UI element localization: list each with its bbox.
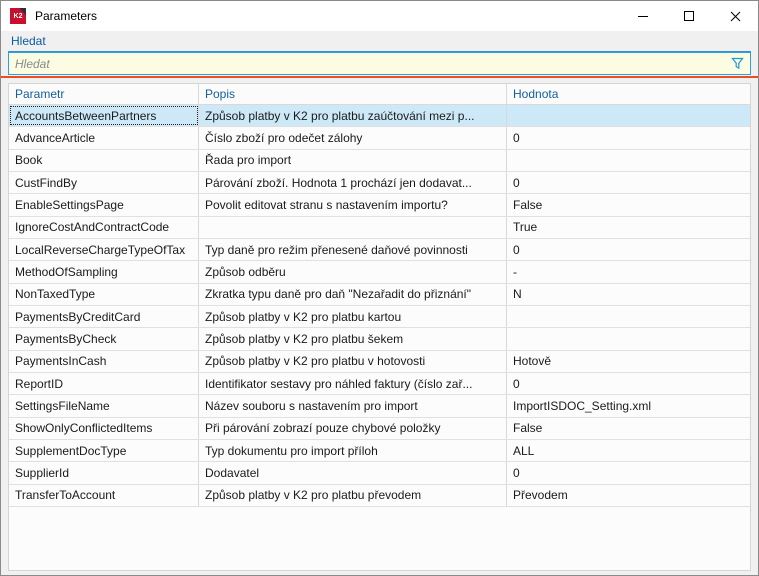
cell-hodnota[interactable]: True — [507, 217, 750, 238]
table-header-row: Parametr Popis Hodnota — [9, 84, 750, 105]
minimize-button[interactable] — [620, 1, 666, 31]
cell-hodnota[interactable]: 0 — [507, 239, 750, 260]
cell-parametr[interactable]: PaymentsByCheck — [9, 328, 199, 349]
cell-popis[interactable]: Název souboru s nastavením pro import — [199, 395, 507, 416]
filter-funnel-icon — [731, 57, 744, 70]
cell-parametr[interactable]: SupplementDocType — [9, 440, 199, 461]
cell-popis[interactable]: Párování zboží. Hodnota 1 prochází jen d… — [199, 172, 507, 193]
column-header-hodnota[interactable]: Hodnota — [507, 84, 750, 104]
cell-hodnota[interactable]: 0 — [507, 172, 750, 193]
cell-hodnota[interactable] — [507, 105, 750, 126]
app-icon[interactable]: K2 — [10, 8, 26, 24]
table-row[interactable]: MethodOfSampling Způsob odběru - — [9, 261, 750, 283]
cell-popis[interactable]: Typ dokumentu pro import příloh — [199, 440, 507, 461]
parameters-table: Parametr Popis Hodnota AccountsBetweenPa… — [8, 83, 751, 571]
table-row[interactable]: ShowOnlyConflictedItems Při párování zob… — [9, 418, 750, 440]
cell-parametr[interactable]: IgnoreCostAndContractCode — [9, 217, 199, 238]
cell-popis[interactable]: Způsob platby v K2 pro platbu v hotovost… — [199, 351, 507, 372]
close-button[interactable] — [712, 1, 758, 31]
table-row[interactable]: PaymentsInCash Způsob platby v K2 pro pl… — [9, 351, 750, 373]
title-bar[interactable]: K2 Parameters — [1, 1, 758, 31]
cell-popis[interactable]: Zkratka typu daně pro daň "Nezařadit do … — [199, 284, 507, 305]
cell-hodnota[interactable]: Hotově — [507, 351, 750, 372]
search-box — [8, 52, 751, 75]
cell-hodnota[interactable]: ImportISDOC_Setting.xml — [507, 395, 750, 416]
table-row[interactable]: TransferToAccount Způsob platby v K2 pro… — [9, 485, 750, 507]
cell-hodnota[interactable]: Převodem — [507, 485, 750, 506]
cell-popis[interactable]: Identifikator sestavy pro náhled faktury… — [199, 373, 507, 394]
parameters-window: K2 Parameters Hledat — [0, 0, 759, 576]
cell-parametr[interactable]: MethodOfSampling — [9, 261, 199, 282]
cell-parametr[interactable]: AccountsBetweenPartners — [9, 105, 199, 126]
cell-parametr[interactable]: PaymentsInCash — [9, 351, 199, 372]
cell-popis[interactable]: Způsob platby v K2 pro platbu kartou — [199, 306, 507, 327]
cell-parametr[interactable]: LocalReverseChargeTypeOfTax — [9, 239, 199, 260]
cell-hodnota[interactable]: False — [507, 194, 750, 215]
maximize-icon — [684, 11, 694, 21]
table-row[interactable]: LocalReverseChargeTypeOfTax Typ daně pro… — [9, 239, 750, 261]
cell-parametr[interactable]: EnableSettingsPage — [9, 194, 199, 215]
cell-popis[interactable]: Způsob platby v K2 pro platbu zaúčtování… — [199, 105, 507, 126]
cell-popis[interactable]: Typ daně pro režim přenesené daňové povi… — [199, 239, 507, 260]
cell-popis[interactable]: Číslo zboží pro odečet zálohy — [199, 127, 507, 148]
cell-hodnota[interactable] — [507, 328, 750, 349]
cell-popis[interactable]: Při párování zobrazí pouze chybové polož… — [199, 418, 507, 439]
k2-logo-corner — [19, 8, 26, 15]
cell-hodnota[interactable]: - — [507, 261, 750, 282]
cell-parametr[interactable]: SupplierId — [9, 462, 199, 483]
cell-popis[interactable]: Způsob platby v K2 pro platbu šekem — [199, 328, 507, 349]
table-row[interactable]: CustFindBy Párování zboží. Hodnota 1 pro… — [9, 172, 750, 194]
cell-popis[interactable]: Řada pro import — [199, 150, 507, 171]
cell-parametr[interactable]: ShowOnlyConflictedItems — [9, 418, 199, 439]
cell-parametr[interactable]: CustFindBy — [9, 172, 199, 193]
table-row[interactable]: SupplierId Dodavatel 0 — [9, 462, 750, 484]
caption-buttons — [620, 1, 758, 31]
table-row[interactable]: PaymentsByCreditCard Způsob platby v K2 … — [9, 306, 750, 328]
table-row[interactable]: PaymentsByCheck Způsob platby v K2 pro p… — [9, 328, 750, 350]
cell-hodnota[interactable]: 0 — [507, 462, 750, 483]
maximize-button[interactable] — [666, 1, 712, 31]
cell-parametr[interactable]: PaymentsByCreditCard — [9, 306, 199, 327]
cell-parametr[interactable]: NonTaxedType — [9, 284, 199, 305]
table-row[interactable]: SettingsFileName Název souboru s nastave… — [9, 395, 750, 417]
cell-parametr[interactable]: Book — [9, 150, 199, 171]
table-row[interactable]: NonTaxedType Zkratka typu daně pro daň "… — [9, 284, 750, 306]
cell-parametr[interactable]: ReportID — [9, 373, 199, 394]
table-body: AccountsBetweenPartners Způsob platby v … — [9, 105, 750, 507]
accent-divider — [1, 76, 758, 78]
minimize-icon — [638, 16, 648, 17]
table-row[interactable]: EnableSettingsPage Povolit editovat stra… — [9, 194, 750, 216]
column-header-parametr[interactable]: Parametr — [9, 84, 199, 104]
cell-hodnota[interactable]: ALL — [507, 440, 750, 461]
cell-hodnota[interactable] — [507, 306, 750, 327]
cell-popis[interactable]: Způsob platby v K2 pro platbu převodem — [199, 485, 507, 506]
table-row[interactable]: IgnoreCostAndContractCode True — [9, 217, 750, 239]
cell-popis[interactable]: Způsob odběru — [199, 261, 507, 282]
cell-parametr[interactable]: TransferToAccount — [9, 485, 199, 506]
cell-hodnota[interactable]: 0 — [507, 373, 750, 394]
column-header-popis[interactable]: Popis — [199, 84, 507, 104]
cell-hodnota[interactable]: 0 — [507, 127, 750, 148]
table-row[interactable]: ReportID Identifikator sestavy pro náhle… — [9, 373, 750, 395]
table-row[interactable]: Book Řada pro import — [9, 150, 750, 172]
table-row[interactable]: SupplementDocType Typ dokumentu pro impo… — [9, 440, 750, 462]
cell-hodnota[interactable]: False — [507, 418, 750, 439]
table-row[interactable]: AccountsBetweenPartners Způsob platby v … — [9, 105, 750, 127]
cell-popis[interactable]: Dodavatel — [199, 462, 507, 483]
cell-parametr[interactable]: SettingsFileName — [9, 395, 199, 416]
cell-hodnota[interactable] — [507, 150, 750, 171]
close-icon — [730, 11, 741, 22]
cell-popis[interactable] — [199, 217, 507, 238]
cell-hodnota[interactable]: N — [507, 284, 750, 305]
search-group-label[interactable]: Hledat — [8, 34, 751, 52]
filter-button[interactable] — [724, 53, 750, 74]
cell-popis[interactable]: Povolit editovat stranu s nastavením imp… — [199, 194, 507, 215]
search-input[interactable] — [9, 53, 724, 74]
cell-parametr[interactable]: AdvanceArticle — [9, 127, 199, 148]
window-title: Parameters — [35, 9, 97, 23]
table-row[interactable]: AdvanceArticle Číslo zboží pro odečet zá… — [9, 127, 750, 149]
